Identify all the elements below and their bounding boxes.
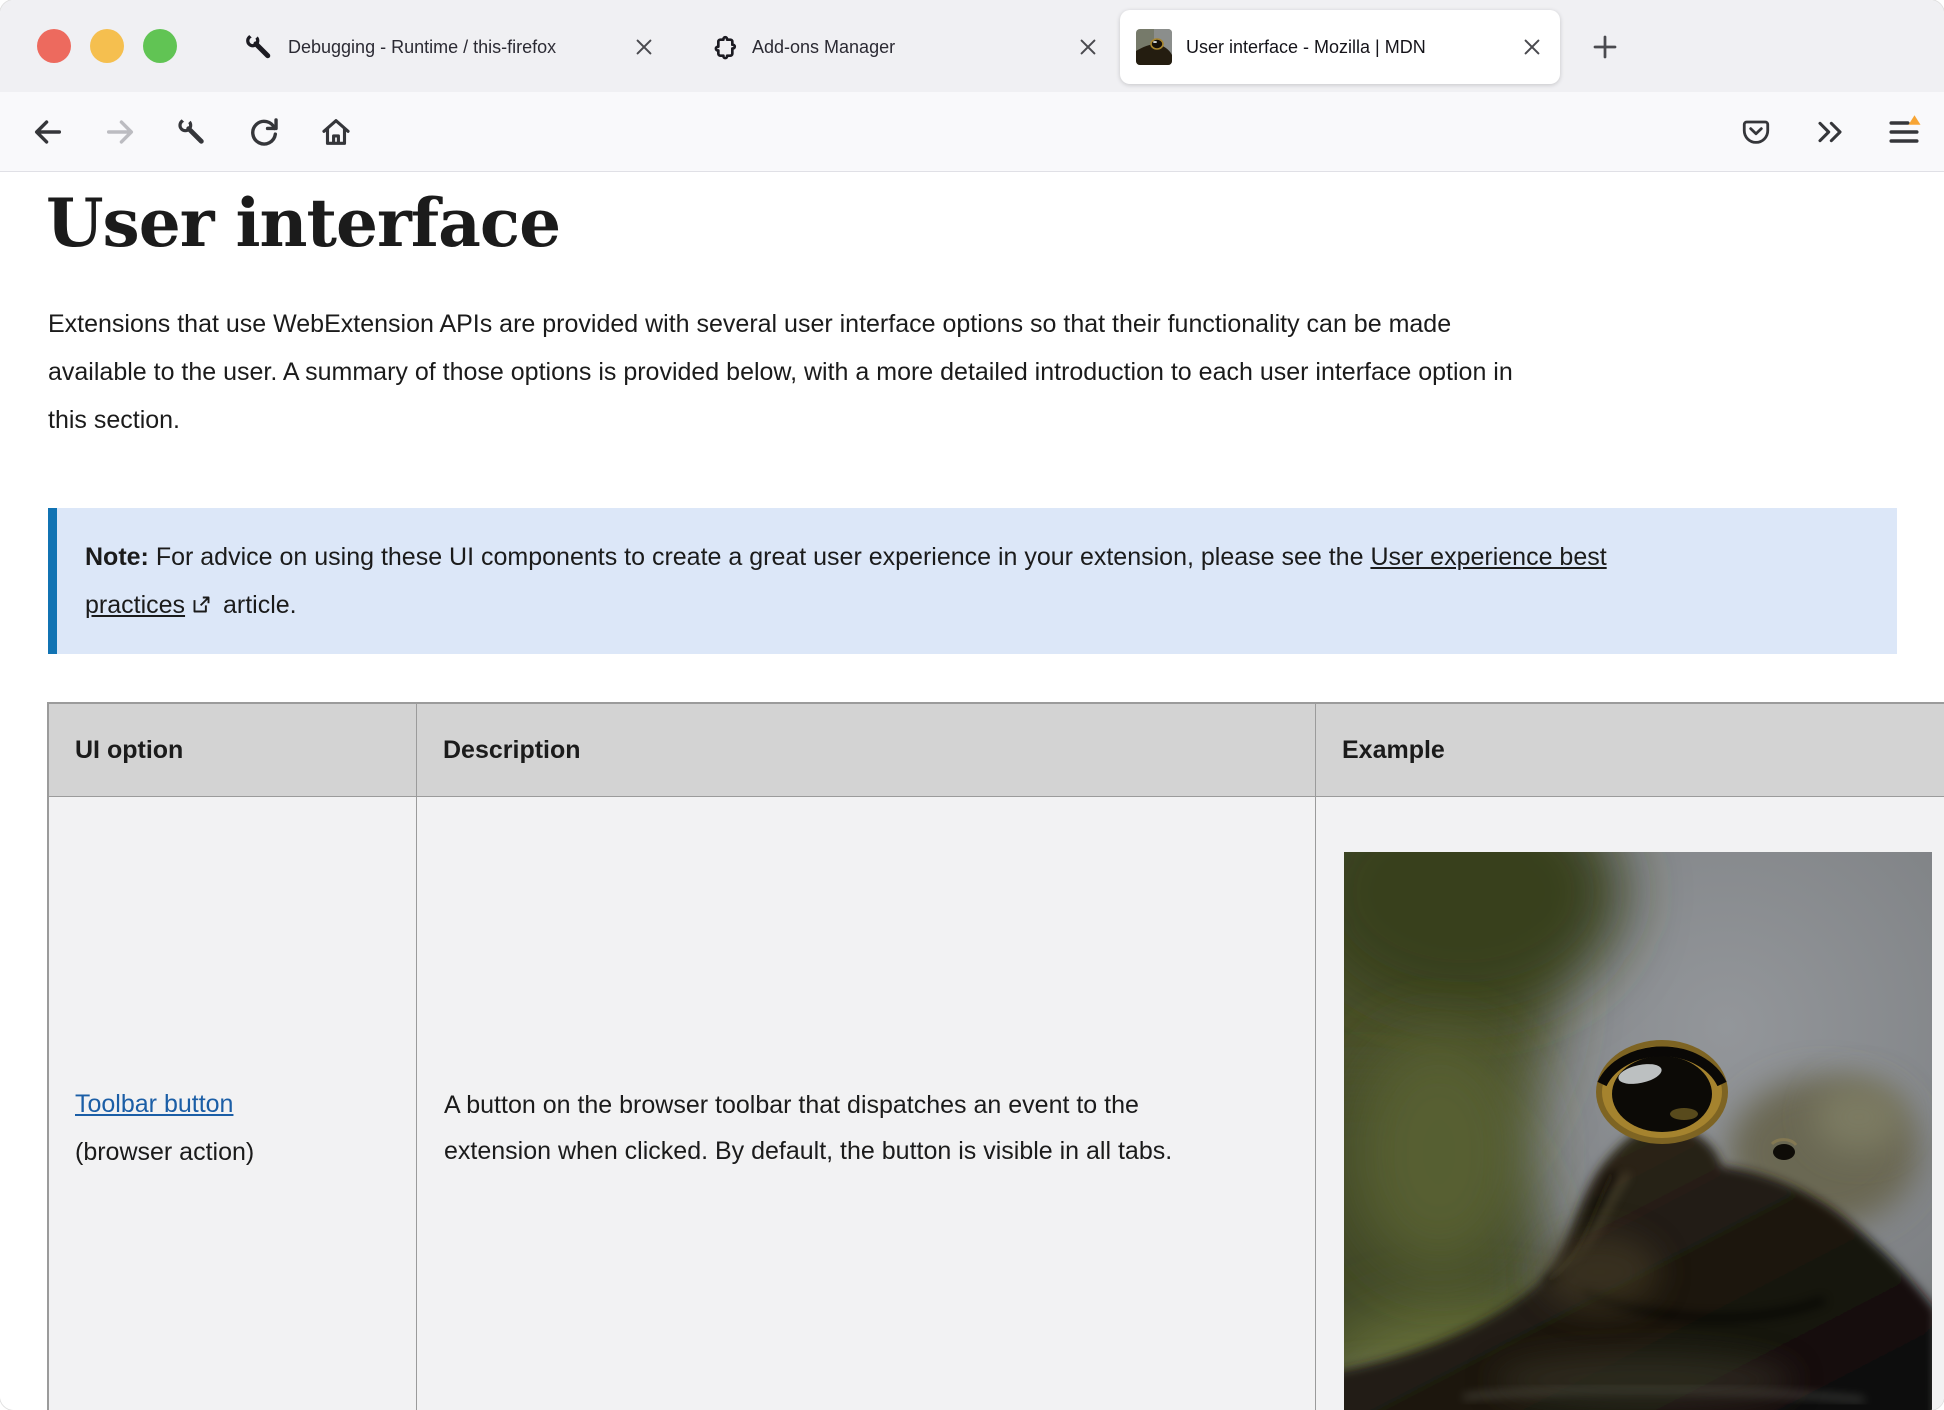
developer-wrench-button[interactable]	[166, 106, 218, 158]
intro-paragraph: Extensions that use WebExtension APIs ar…	[48, 300, 1518, 444]
tab-title: Debugging - Runtime / this-firefox	[288, 37, 620, 58]
ui-options-table: UI option Description Example Toolbar bu…	[47, 702, 1944, 1410]
note-callout: Note: For advice on using these UI compo…	[48, 508, 1897, 654]
description-cell: A button on the browser toolbar that dis…	[417, 797, 1316, 1410]
tab-addons-manager[interactable]: Add-ons Manager	[692, 10, 1112, 84]
forward-button[interactable]	[94, 106, 146, 158]
tab-bar: Debugging - Runtime / this-firefox Add-o…	[0, 0, 1944, 92]
overflow-chevrons-icon[interactable]	[1804, 106, 1856, 158]
tab-user-interface[interactable]: User interface - Mozilla | MDN	[1120, 10, 1560, 84]
header-description: Description	[417, 703, 1316, 797]
navigation-toolbar: https://developer.mozilla.org/en-US/docs…	[0, 92, 1944, 172]
tab-close-icon[interactable]	[1070, 29, 1106, 65]
menu-icon[interactable]	[1878, 106, 1930, 158]
window-zoom-button[interactable]	[143, 29, 177, 63]
tab-debugging[interactable]: Debugging - Runtime / this-firefox	[228, 10, 668, 84]
wrench-icon	[242, 30, 276, 64]
toolbar-button-link[interactable]: Toolbar button	[75, 1090, 233, 1118]
window-minimize-button[interactable]	[90, 29, 124, 63]
pocket-icon[interactable]	[1730, 106, 1782, 158]
header-ui-option: UI option	[48, 703, 417, 797]
table-row: Toolbar button (browser action) A button…	[48, 797, 1944, 1410]
tab-close-icon[interactable]	[1514, 29, 1550, 65]
table-header-row: UI option Description Example	[48, 703, 1944, 797]
note-label: Note:	[85, 543, 149, 571]
frog-favicon	[1136, 29, 1172, 65]
header-example: Example	[1316, 703, 1944, 797]
frog-example-image	[1344, 852, 1932, 1410]
tab-title: Add-ons Manager	[752, 37, 1064, 58]
update-badge	[1909, 115, 1921, 125]
external-link-icon	[191, 594, 212, 615]
reload-button[interactable]	[238, 106, 290, 158]
back-button[interactable]	[22, 106, 74, 158]
note-text: Note: For advice on using these UI compo…	[85, 533, 1625, 629]
puzzle-icon	[706, 30, 740, 64]
tab-close-icon[interactable]	[626, 29, 662, 65]
new-tab-button[interactable]	[1582, 24, 1628, 70]
window-controls	[37, 29, 177, 63]
browser-window: Debugging - Runtime / this-firefox Add-o…	[0, 0, 1944, 1410]
browser-action-subtext: (browser action)	[75, 1128, 415, 1176]
ui-option-cell: Toolbar button (browser action)	[48, 797, 417, 1410]
window-close-button[interactable]	[37, 29, 71, 63]
page-content: User interface Extensions that use WebEx…	[0, 172, 1944, 1410]
example-cell	[1316, 797, 1944, 1410]
home-button[interactable]	[310, 106, 362, 158]
tab-title: User interface - Mozilla | MDN	[1186, 37, 1508, 58]
description-text: A button on the browser toolbar that dis…	[418, 1082, 1199, 1174]
page-title: User interface	[46, 184, 560, 262]
